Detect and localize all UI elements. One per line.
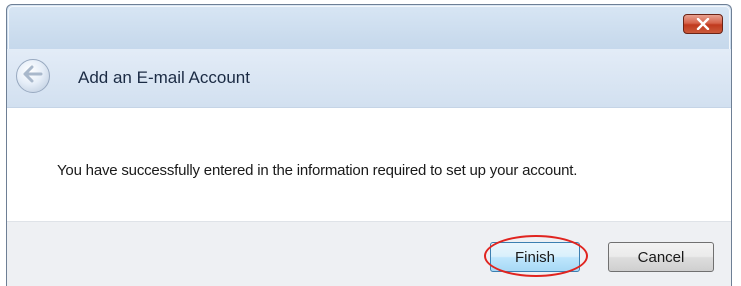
close-icon [696,18,710,30]
back-button[interactable] [16,59,50,93]
cancel-button[interactable]: Cancel [608,242,714,272]
close-button[interactable] [683,14,723,34]
back-arrow-icon [23,65,43,88]
dialog-footer: Finish Cancel [7,221,731,286]
dialog-title: Add an E-mail Account [78,68,250,87]
dialog-header: Add an E-mail Account [7,49,731,108]
dialog-window: Add an E-mail Account You have successfu… [6,4,732,286]
screen: Add an E-mail Account You have successfu… [0,0,741,286]
finish-button[interactable]: Finish [490,242,580,272]
success-message: You have successfully entered in the inf… [57,162,578,179]
dialog-content: You have successfully entered in the inf… [7,108,731,221]
